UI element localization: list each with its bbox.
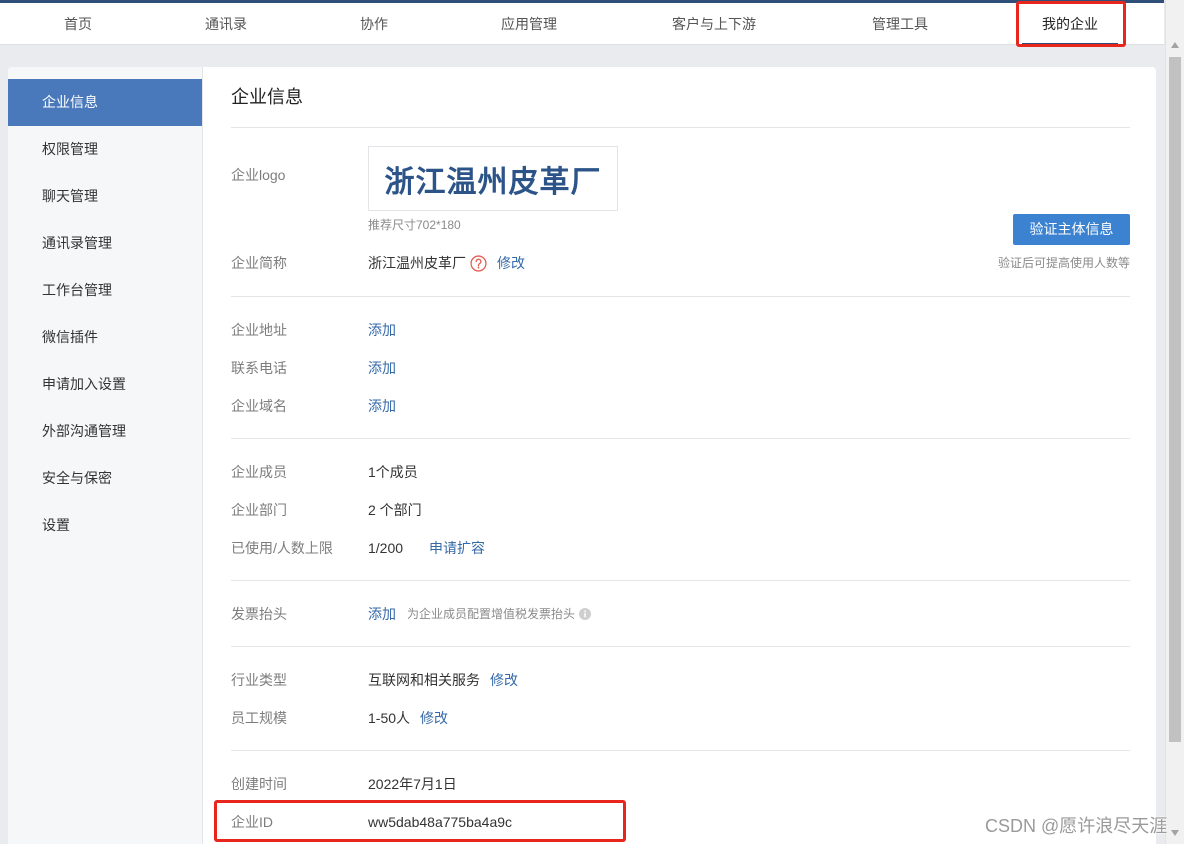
sidebar-item-security[interactable]: 安全与保密 [8, 455, 202, 502]
nav-item-contacts[interactable]: 通讯录 [205, 3, 247, 45]
sidebar: 企业信息 权限管理 聊天管理 通讯录管理 工作台管理 微信插件 申请加入设置 外… [8, 67, 203, 844]
invoice-note: 为企业成员配置增值税发票抬头 [407, 607, 576, 621]
add-domain-link[interactable]: 添加 [368, 387, 396, 425]
edit-short-name-link[interactable]: 修改 [497, 244, 525, 282]
info-row-industry: 行业类型 互联网和相关服务 修改 [231, 661, 1130, 699]
nav-item-home[interactable]: 首页 [64, 3, 92, 45]
page-scrollbar[interactable] [1165, 0, 1184, 844]
short-name-value: 浙江温州皮革厂 [368, 255, 466, 271]
address-label: 企业地址 [231, 322, 287, 338]
industry-group: 行业类型 互联网和相关服务 修改 员工规模 1-50人 修改 [231, 646, 1130, 750]
staff-size-value-group: 1-50人 修改 [368, 699, 448, 737]
created-label: 创建时间 [231, 776, 287, 792]
phone-label: 联系电话 [231, 360, 287, 376]
domain-value-group: 添加 [368, 387, 396, 425]
domain-label: 企业域名 [231, 398, 287, 414]
info-row-domain: 企业域名 添加 [231, 387, 1130, 425]
question-circle-icon[interactable] [470, 254, 487, 272]
add-address-link[interactable]: 添加 [368, 311, 396, 349]
sidebar-item-settings[interactable]: 设置 [8, 502, 202, 549]
watermark: CSDN @愿许浪尽天涯 [985, 816, 1168, 836]
verify-entity-button[interactable]: 验证主体信息 [1013, 214, 1130, 245]
nav-item-collaboration[interactable]: 协作 [360, 3, 388, 45]
info-row-address: 企业地址 添加 [231, 311, 1130, 349]
add-phone-link[interactable]: 添加 [368, 349, 396, 387]
add-invoice-link[interactable]: 添加 [368, 595, 396, 633]
sidebar-item-contacts-management[interactable]: 通讯录管理 [8, 220, 202, 267]
nav-item-app-management[interactable]: 应用管理 [501, 3, 557, 45]
capacity-label: 已使用/人数上限 [231, 540, 333, 556]
info-groups: 企业地址 添加 联系电话 添加 企业域名 添加 企业成员 1个成员 企业部门 2… [231, 296, 1130, 844]
edit-industry-link[interactable]: 修改 [490, 661, 518, 699]
industry-label: 行业类型 [231, 672, 287, 688]
short-name-value-group: 浙江温州皮革厂 修改 [368, 244, 525, 282]
info-row-short-name: 企业简称 浙江温州皮革厂 修改 [231, 244, 931, 282]
logo-size-hint: 推荐尺寸702*180 [368, 218, 461, 232]
company-logo-text: 浙江温州皮革厂 [384, 165, 602, 199]
invoice-value-group: 添加 为企业成员配置增值税发票抬头 [368, 595, 592, 633]
logo-label: 企业logo [231, 167, 286, 183]
verify-hint: 验证后可提高使用人数等 [997, 256, 1130, 270]
industry-value: 互联网和相关服务 [368, 672, 480, 688]
created-value: 2022年7月1日 [368, 776, 457, 792]
nav-item-customers[interactable]: 客户与上下游 [672, 3, 756, 45]
info-row-departments: 企业部门 2 个部门 [231, 491, 1130, 529]
staff-size-label: 员工规模 [231, 710, 287, 726]
top-nav: 首页 通讯录 协作 应用管理 客户与上下游 管理工具 我的企业 [0, 3, 1164, 45]
sidebar-item-company-info[interactable]: 企业信息 [8, 79, 202, 126]
departments-label: 企业部门 [231, 502, 287, 518]
scrollbar-thumb[interactable] [1169, 57, 1181, 742]
info-row-capacity: 已使用/人数上限 1/200 申请扩容 [231, 529, 1130, 567]
scroll-down-arrow-icon[interactable] [1167, 826, 1183, 840]
main-content: 企业信息 企业logo 浙江温州皮革厂 推荐尺寸702*180 验证主体信息 验… [231, 67, 1130, 844]
info-row-phone: 联系电话 添加 [231, 349, 1130, 387]
info-icon[interactable] [579, 608, 592, 620]
sidebar-item-external-communication[interactable]: 外部沟通管理 [8, 408, 202, 455]
short-name-label: 企业简称 [231, 255, 287, 271]
edit-staff-size-link[interactable]: 修改 [420, 699, 448, 737]
scroll-up-arrow-icon[interactable] [1167, 38, 1183, 52]
members-label: 企业成员 [231, 464, 287, 480]
capacity-value: 1/200 [368, 540, 404, 556]
invoice-group: 发票抬头 添加 为企业成员配置增值税发票抬头 [231, 580, 1130, 646]
main-card: 企业信息 权限管理 聊天管理 通讯录管理 工作台管理 微信插件 申请加入设置 外… [8, 67, 1156, 844]
invoice-label: 发票抬头 [231, 606, 287, 622]
sidebar-item-wechat-plugin[interactable]: 微信插件 [8, 314, 202, 361]
capacity-value-group: 1/200 申请扩容 [368, 529, 485, 567]
industry-value-group: 互联网和相关服务 修改 [368, 661, 518, 699]
info-row-members: 企业成员 1个成员 [231, 453, 1130, 491]
scale-group: 企业成员 1个成员 企业部门 2 个部门 已使用/人数上限 1/200 申请扩容 [231, 438, 1130, 580]
sidebar-item-workbench-management[interactable]: 工作台管理 [8, 267, 202, 314]
members-value: 1个成员 [368, 464, 418, 480]
phone-value-group: 添加 [368, 349, 396, 387]
nav-item-my-company[interactable]: 我的企业 [1022, 3, 1118, 45]
sidebar-item-permissions[interactable]: 权限管理 [8, 126, 202, 173]
company-logo[interactable]: 浙江温州皮革厂 [368, 146, 618, 211]
contact-group: 企业地址 添加 联系电话 添加 企业域名 添加 [231, 296, 1130, 438]
info-row-created: 创建时间 2022年7月1日 [231, 765, 1130, 803]
page-title: 企业信息 [231, 87, 303, 107]
address-value-group: 添加 [368, 311, 396, 349]
sidebar-item-chat-management[interactable]: 聊天管理 [8, 173, 202, 220]
info-row-invoice: 发票抬头 添加 为企业成员配置增值税发票抬头 [231, 595, 1130, 633]
title-divider [231, 127, 1130, 128]
corp-id-label: 企业ID [231, 814, 273, 830]
departments-value: 2 个部门 [368, 502, 422, 518]
corp-id-value: ww5dab48a775ba4a9c [368, 814, 513, 830]
nav-item-admin-tools[interactable]: 管理工具 [872, 3, 928, 45]
staff-size-value: 1-50人 [368, 710, 411, 726]
request-expansion-link[interactable]: 申请扩容 [429, 529, 485, 567]
sidebar-item-join-settings[interactable]: 申请加入设置 [8, 361, 202, 408]
info-row-staff-size: 员工规模 1-50人 修改 [231, 699, 1130, 737]
